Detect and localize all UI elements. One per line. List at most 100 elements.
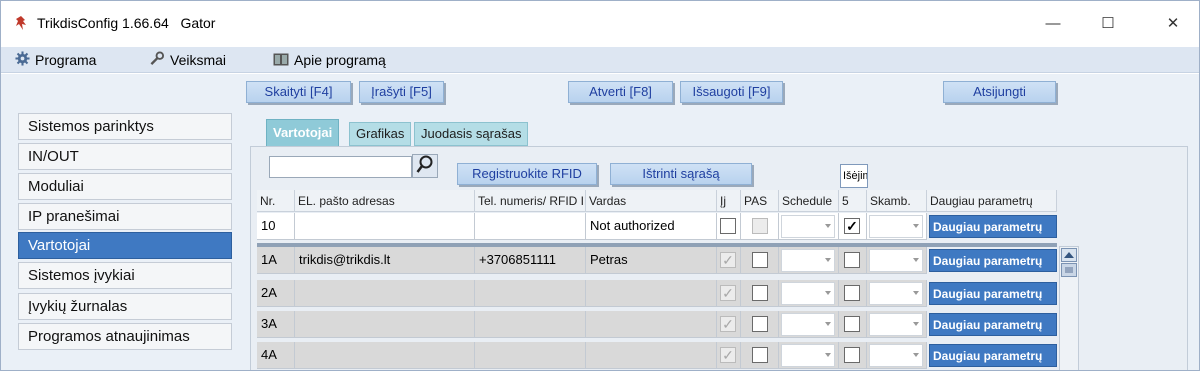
schedule-dropdown[interactable]	[781, 344, 835, 367]
cell-phone[interactable]	[475, 342, 586, 369]
more-params-button[interactable]: Daugiau parametrų	[929, 282, 1057, 305]
ij-checkbox-checked[interactable]: ✓	[720, 252, 736, 268]
cell-ij: ✓	[717, 342, 741, 369]
cell-name[interactable]	[586, 280, 717, 307]
chevron-down-icon	[825, 224, 831, 228]
cell-phone[interactable]	[475, 213, 586, 240]
ij-checkbox[interactable]	[720, 218, 736, 234]
search-icon	[416, 155, 433, 173]
out5-checkbox-checked[interactable]: ✓	[844, 218, 860, 234]
open-button[interactable]: Atverti [F8]	[568, 81, 673, 103]
search-button[interactable]	[412, 154, 438, 178]
pas-checkbox[interactable]	[752, 252, 768, 268]
cell-email[interactable]	[295, 280, 475, 307]
close-button[interactable]: ✕	[1158, 11, 1188, 37]
window-title-app: TrikdisConfig 1.66.64	[37, 15, 169, 31]
grip-icon	[1065, 267, 1073, 273]
menu-veiksmai[interactable]: Veiksmai	[149, 47, 226, 73]
skamb-dropdown[interactable]	[869, 282, 923, 305]
col-header-ij: Įj	[717, 190, 741, 212]
sidebar-item-in-out[interactable]: IN/OUT	[18, 143, 232, 170]
title-bar: TrikdisConfig 1.66.64 Gator — ☐ ✕	[1, 1, 1199, 47]
out5-checkbox[interactable]	[844, 347, 860, 363]
tab-vartotojai[interactable]: Vartotojai	[266, 119, 340, 147]
pas-checkbox[interactable]	[752, 316, 768, 332]
skamb-dropdown[interactable]	[869, 313, 923, 336]
read-button[interactable]: Skaityti [F4]	[246, 81, 351, 103]
ij-checkbox-checked[interactable]: ✓	[720, 347, 736, 363]
ij-checkbox-checked[interactable]: ✓	[720, 316, 736, 332]
cell-phone[interactable]: +3706851111	[475, 247, 586, 274]
cell-email[interactable]	[295, 342, 475, 369]
more-params-button[interactable]: Daugiau parametrų	[929, 344, 1057, 367]
menu-apie-programa-label: Apie programą	[294, 52, 386, 68]
write-button[interactable]: Įrašyti [F5]	[359, 81, 444, 103]
cell-skamb	[867, 280, 927, 307]
pas-checkbox[interactable]	[752, 218, 768, 234]
minimize-button[interactable]: —	[1038, 11, 1068, 37]
cell-out5	[839, 247, 867, 274]
cell-skamb	[867, 342, 927, 369]
skamb-dropdown[interactable]	[869, 344, 923, 367]
sidebar-item-ip-pranesimai[interactable]: IP pranešimai	[18, 203, 232, 230]
gear-icon	[15, 48, 30, 74]
cell-email[interactable]: trikdis@trikdis.lt	[295, 247, 475, 274]
pas-checkbox[interactable]	[752, 285, 768, 301]
sidebar-item-moduliai[interactable]: Moduliai	[18, 173, 232, 200]
sidebar-item-programos-atnaujinimas[interactable]: Programos atnaujinimas	[18, 323, 232, 350]
col-header-phone: Tel. numeris/ RFID ID	[475, 190, 586, 212]
col-header-5: 5	[839, 190, 867, 212]
schedule-dropdown[interactable]	[781, 215, 835, 238]
cell-email[interactable]	[295, 213, 475, 240]
maximize-button[interactable]: ☐	[1093, 11, 1123, 37]
more-params-button[interactable]: Daugiau parametrų	[929, 215, 1057, 238]
window-title: TrikdisConfig 1.66.64 Gator	[37, 15, 215, 31]
scrollbar-thumb[interactable]	[1061, 263, 1077, 277]
sidebar-item-sistemos-ivykiai[interactable]: Sistemos įvykiai	[18, 262, 232, 289]
cell-out5	[839, 311, 867, 338]
exit-output-label: Išėjimas	[840, 164, 868, 188]
schedule-dropdown[interactable]	[781, 249, 835, 272]
tab-grafikas[interactable]: Grafikas	[349, 122, 412, 146]
skamb-dropdown[interactable]	[869, 215, 923, 238]
pas-checkbox[interactable]	[752, 347, 768, 363]
cell-nr: 3A	[257, 311, 295, 338]
cell-email[interactable]	[295, 311, 475, 338]
cell-phone[interactable]	[475, 280, 586, 307]
col-header-more: Daugiau parametrų	[927, 190, 1057, 212]
sidebar-item-sistemos-parinktys[interactable]: Sistemos parinktys	[18, 113, 232, 140]
cell-name[interactable]: Petras	[586, 247, 717, 274]
chevron-down-icon	[825, 353, 831, 357]
cell-skamb	[867, 213, 927, 240]
search-input[interactable]	[269, 156, 412, 178]
cell-phone[interactable]	[475, 311, 586, 338]
cell-pas	[741, 213, 779, 240]
skamb-dropdown[interactable]	[869, 249, 923, 272]
menu-programa[interactable]: Programa	[15, 47, 96, 73]
clear-list-button[interactable]: Ištrinti sąrašą	[610, 163, 752, 185]
schedule-dropdown[interactable]	[781, 313, 835, 336]
sidebar-item-vartotojai[interactable]: Vartotojai	[18, 232, 232, 259]
more-params-button[interactable]: Daugiau parametrų	[929, 313, 1057, 336]
out5-checkbox[interactable]	[844, 316, 860, 332]
cell-pas	[741, 247, 779, 274]
out5-checkbox[interactable]	[844, 285, 860, 301]
cell-ij: ✓	[717, 247, 741, 274]
more-params-button[interactable]: Daugiau parametrų	[929, 249, 1057, 272]
disconnect-button[interactable]: Atsijungti	[943, 81, 1056, 103]
cell-name[interactable]: Not authorized	[586, 213, 717, 240]
col-header-skamb: Skamb.	[867, 190, 927, 212]
scroll-up-button[interactable]	[1061, 248, 1077, 262]
tab-juodasis-sarasas[interactable]: Juodasis sąrašas	[414, 122, 529, 146]
cell-name[interactable]	[586, 342, 717, 369]
menu-apie-programa[interactable]: Apie programą	[273, 47, 386, 73]
chevron-down-icon	[825, 322, 831, 326]
save-button[interactable]: Išsaugoti [F9]	[680, 81, 783, 103]
ij-checkbox-checked[interactable]: ✓	[720, 285, 736, 301]
out5-checkbox[interactable]	[844, 252, 860, 268]
sidebar-item-ivykiu-zurnalas[interactable]: Įvykių žurnalas	[18, 293, 232, 320]
cell-name[interactable]	[586, 311, 717, 338]
register-rfid-button[interactable]: Registruokite RFID	[457, 163, 597, 185]
schedule-dropdown[interactable]	[781, 282, 835, 305]
cell-nr: 10	[257, 213, 295, 240]
